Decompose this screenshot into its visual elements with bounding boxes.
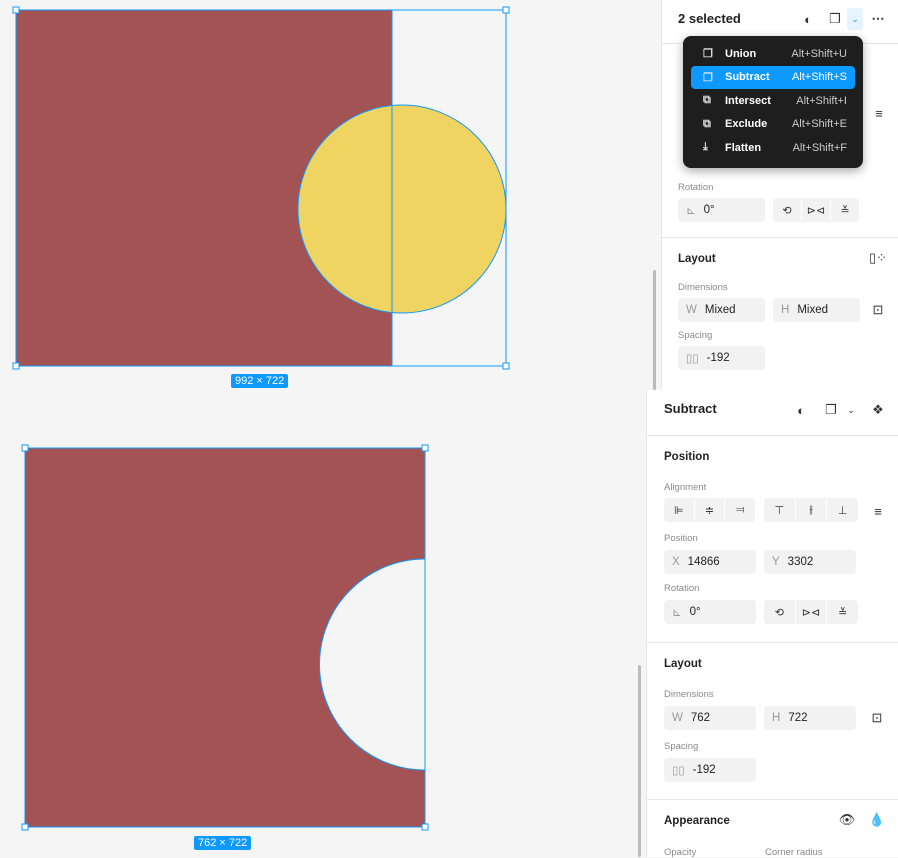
- eye-icon[interactable]: 👁: [838, 812, 856, 828]
- scrollbar[interactable]: [653, 270, 656, 390]
- menu-item-exclude[interactable]: ⧉ Exclude Alt+Shift+E: [691, 113, 855, 137]
- chevron-down-icon[interactable]: ⌄: [845, 403, 857, 417]
- appearance-heading: Appearance: [664, 815, 730, 827]
- x-input[interactable]: X 14866: [664, 550, 756, 574]
- rotation-input[interactable]: ⊾ 0°: [664, 600, 756, 624]
- panel-title: 2 selected: [678, 11, 741, 26]
- flatten-icon: ⤓: [703, 141, 708, 154]
- rotation-label: Rotation: [678, 182, 714, 193]
- alignment-label: Alignment: [664, 482, 707, 493]
- auto-layout-icon[interactable]: ▯⁘: [869, 250, 887, 266]
- size-label: 992 × 722: [231, 374, 289, 388]
- rotation-input[interactable]: ⊾ 0°: [678, 198, 765, 222]
- subtract-result-shape[interactable]: [25, 448, 425, 827]
- width-input[interactable]: W 762: [664, 706, 756, 730]
- layout-heading: Layout: [678, 253, 716, 265]
- size-label-2: 762 × 722: [194, 836, 252, 850]
- mask-icon[interactable]: ◐: [799, 10, 817, 28]
- align-center-icon: ≑: [695, 498, 726, 522]
- boolean-icon[interactable]: ❐: [826, 10, 844, 28]
- constrain-proportions-icon[interactable]: ⊡: [869, 710, 885, 726]
- menu-item-subtract[interactable]: ❐ Subtract Alt+Shift+S: [691, 65, 855, 89]
- rotate-icon: ⟲: [773, 198, 802, 222]
- constrain-proportions-icon[interactable]: ⊡: [870, 302, 886, 318]
- flip-vertical-icon: ≚: [840, 204, 850, 217]
- scrollbar-2[interactable]: [638, 665, 641, 857]
- menu-item-union[interactable]: ❐ Union Alt+Shift+U: [691, 42, 855, 66]
- component-icon[interactable]: ❖: [869, 401, 887, 419]
- distribute-icon[interactable]: ≡: [872, 106, 886, 121]
- spacing-input[interactable]: ▯▯ -192: [678, 346, 765, 370]
- dimensions-label: Dimensions: [678, 282, 728, 293]
- flip-horizontal-icon: ⊳⊲: [796, 600, 828, 624]
- height-input[interactable]: H Mixed: [773, 298, 860, 322]
- rotate-icon: ⟲: [764, 600, 796, 624]
- transform-buttons[interactable]: ⟲ ⊳⊲ ≚: [764, 600, 858, 624]
- dimensions-label: Dimensions: [664, 689, 714, 700]
- width-input[interactable]: W Mixed: [678, 298, 765, 322]
- align-right-icon: ⫤: [736, 503, 745, 516]
- panel-title: Subtract: [664, 401, 717, 416]
- exclude-icon: ⧉: [703, 117, 711, 130]
- spacing-input[interactable]: ▯▯ -192: [664, 758, 756, 782]
- align-top-icon: ⊤: [764, 498, 796, 522]
- distribute-icon[interactable]: ≡: [871, 504, 885, 519]
- align-bottom-icon: ⊥: [837, 504, 848, 517]
- mask-icon[interactable]: ◐: [792, 401, 810, 419]
- position-label: Position: [664, 533, 698, 544]
- corner-radius-label: Corner radius: [765, 847, 823, 858]
- intersect-icon: ⧉: [703, 94, 711, 107]
- layout-heading: Layout: [664, 658, 702, 670]
- flip-vertical-icon: ≚: [838, 606, 848, 619]
- align-left-icon: ⊫: [664, 498, 695, 522]
- blend-mode-icon[interactable]: 💧: [869, 812, 885, 828]
- menu-item-flatten[interactable]: ⤓ Flatten Alt+Shift+F: [691, 136, 855, 160]
- horizontal-align-buttons[interactable]: ⊫ ≑ ⫤: [664, 498, 755, 522]
- properties-panel-2: Subtract ◐ ❐ ⌄ ❖ Position Alignment ⊫ ≑ ⫤ …: [646, 390, 898, 858]
- position-heading: Position: [664, 451, 710, 463]
- flip-horizontal-icon: ⊳⊲: [802, 198, 831, 222]
- menu-item-intersect[interactable]: ⧉ Intersect Alt+Shift+I: [691, 89, 855, 113]
- transform-buttons[interactable]: ⟲ ⊳⊲ ≚: [773, 198, 859, 222]
- more-icon[interactable]: ⋯: [868, 10, 888, 28]
- opacity-label: Opacity: [664, 847, 697, 858]
- ellipse-shape[interactable]: [297, 104, 507, 314]
- spacing-label: Spacing: [678, 330, 713, 341]
- spacing-label: Spacing: [664, 741, 699, 752]
- vertical-align-buttons[interactable]: ⊤ ⫲ ⊥: [764, 498, 858, 522]
- chevron-down-icon[interactable]: ⌄: [847, 8, 863, 30]
- align-middle-icon: ⫲: [796, 498, 828, 522]
- subtract-icon: ❐: [703, 71, 713, 84]
- boolean-operations-menu: ❐ Union Alt+Shift+U ❐ Subtract Alt+Shift+S ⧉…: [683, 36, 863, 168]
- y-input[interactable]: Y 3302: [764, 550, 856, 574]
- height-input[interactable]: H 722: [764, 706, 856, 730]
- boolean-icon[interactable]: ❐: [822, 401, 840, 419]
- rotation-label: Rotation: [664, 583, 700, 594]
- union-icon: ❐: [703, 48, 713, 61]
